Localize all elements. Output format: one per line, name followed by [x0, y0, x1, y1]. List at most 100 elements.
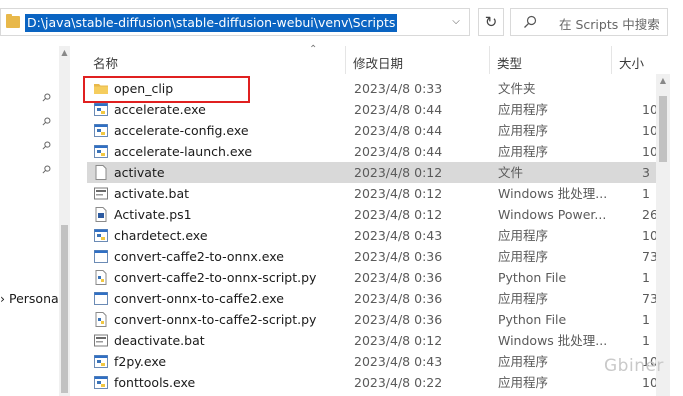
file-date: 2023/4/8 0:36 [354, 249, 443, 264]
file-date: 2023/4/8 0:12 [354, 165, 443, 180]
scroll-up-icon[interactable]: ▲ [656, 76, 670, 85]
scroll-up-icon[interactable]: ▲ [59, 48, 70, 58]
nav-item-label: Personal [8, 291, 63, 306]
file-size: 3 [642, 165, 650, 180]
file-type: 应用程序 [498, 123, 549, 138]
batch-file-icon [94, 333, 108, 348]
chevron-down-icon[interactable]: ⌵ [447, 13, 465, 31]
file-date: 2023/4/8 0:22 [354, 375, 443, 390]
file-row[interactable]: activate.bat 2023/4/8 0:12 Windows 批处理... 1 [87, 183, 656, 204]
column-size[interactable]: 大小 [619, 53, 644, 72]
file-date: 2023/4/8 0:43 [354, 354, 443, 369]
file-type: 应用程序 [498, 228, 549, 243]
file-type: 文件 [498, 165, 524, 180]
refresh-button[interactable]: ↻ [478, 8, 504, 36]
column-name[interactable]: 名称 [93, 53, 118, 72]
file-type: 应用程序 [498, 144, 549, 159]
refresh-icon: ↻ [484, 13, 498, 31]
file-name: convert-caffe2-to-onnx.exe [114, 249, 284, 264]
file-name: convert-onnx-to-caffe2.exe [114, 291, 284, 306]
file-date: 2023/4/8 0:44 [354, 123, 443, 138]
file-type: Python File [498, 312, 567, 327]
file-row[interactable]: f2py.exe 2023/4/8 0:43 应用程序 106 [87, 351, 666, 372]
file-name: activate [114, 165, 165, 180]
exe-icon [94, 291, 108, 306]
file-type: 应用程序 [498, 375, 549, 390]
nav-item-personal[interactable]: › Personal [0, 291, 62, 306]
file-name: Activate.ps1 [114, 207, 192, 222]
file-size: 1 [642, 312, 650, 327]
column-divider[interactable] [611, 46, 612, 74]
search-placeholder: 在 Scripts 中搜索 [559, 17, 660, 32]
file-name: accelerate-config.exe [114, 123, 249, 138]
file-size: 1 [642, 270, 650, 285]
search-box[interactable]: 在 Scripts 中搜索 [510, 8, 668, 36]
file-size: 1 [642, 186, 650, 201]
file-name: activate.bat [114, 186, 190, 201]
file-name: convert-caffe2-to-onnx-script.py [114, 270, 317, 285]
column-header: ⌃ 名称 修改日期 类型 大小 [70, 44, 683, 74]
file-type: 应用程序 [498, 102, 549, 117]
nav-scrollbar-thumb[interactable] [61, 225, 68, 393]
file-type: 文件夹 [498, 81, 536, 96]
python-exe-icon [94, 375, 108, 390]
file-row[interactable]: chardetect.exe 2023/4/8 0:43 应用程序 106 [87, 225, 666, 246]
column-divider[interactable] [345, 46, 346, 74]
file-row[interactable]: fonttools.exe 2023/4/8 0:22 应用程序 106 [87, 372, 666, 393]
file-date: 2023/4/8 0:12 [354, 207, 443, 222]
python-file-icon [94, 270, 108, 285]
blank-file-icon [94, 165, 108, 180]
file-type: 应用程序 [498, 249, 549, 264]
file-name: f2py.exe [114, 354, 167, 369]
file-row[interactable]: accelerate-launch.exe 2023/4/8 0:44 应用程序 10… [87, 141, 666, 162]
file-row[interactable]: convert-caffe2-to-onnx.exe 2023/4/8 0:36 应… [87, 246, 658, 267]
file-name: fonttools.exe [114, 375, 196, 390]
file-type: Windows Power... [498, 207, 607, 222]
file-date: 2023/4/8 0:44 [354, 144, 443, 159]
file-name: chardetect.exe [114, 228, 208, 243]
file-name: deactivate.bat [114, 333, 205, 348]
file-date: 2023/4/8 0:12 [354, 333, 443, 348]
python-exe-icon [94, 144, 108, 159]
address-bar[interactable]: D:\java\stable-diffusion\stable-diffusio… [0, 8, 470, 36]
file-row[interactable]: convert-onnx-to-caffe2.exe 2023/4/8 0:36 应… [87, 288, 658, 309]
file-type: Windows 批处理... [498, 186, 608, 201]
file-date: 2023/4/8 0:33 [354, 81, 443, 96]
file-row[interactable]: convert-caffe2-to-onnx-script.py 2023/4/8… [87, 267, 656, 288]
file-type: Windows 批处理... [498, 333, 608, 348]
file-row[interactable]: deactivate.bat 2023/4/8 0:12 Windows 批处理..… [87, 330, 656, 351]
python-exe-icon [94, 228, 108, 243]
file-date: 2023/4/8 0:36 [354, 291, 443, 306]
file-date: 2023/4/8 0:43 [354, 228, 443, 243]
column-type[interactable]: 类型 [497, 53, 522, 72]
watermark: Gbiner [604, 356, 664, 376]
address-path[interactable]: D:\java\stable-diffusion\stable-diffusio… [25, 14, 398, 32]
file-type: Python File [498, 270, 567, 285]
file-date: 2023/4/8 0:36 [354, 312, 443, 327]
batch-file-icon [94, 186, 108, 201]
python-exe-icon [94, 354, 108, 369]
file-type: 应用程序 [498, 354, 549, 369]
file-type: 应用程序 [498, 291, 549, 306]
column-divider[interactable] [489, 46, 490, 74]
file-row[interactable]: convert-onnx-to-caffe2-script.py 2023/4/8… [87, 309, 656, 330]
file-date: 2023/4/8 0:36 [354, 270, 443, 285]
file-row[interactable]: Activate.ps1 2023/4/8 0:12 Windows Power..… [87, 204, 658, 225]
file-size: 1 [642, 333, 650, 348]
python-exe-icon [94, 102, 108, 117]
folder-icon [6, 14, 20, 28]
column-date[interactable]: 修改日期 [353, 53, 403, 72]
annotation-box [83, 76, 250, 103]
file-name: accelerate.exe [114, 102, 206, 117]
chevron-right-icon: › [0, 291, 9, 306]
search-icon [524, 15, 537, 28]
file-name: accelerate-launch.exe [114, 144, 253, 159]
file-row[interactable]: activate 2023/4/8 0:12 文件 3 [87, 162, 656, 183]
file-name: convert-onnx-to-caffe2-script.py [114, 312, 317, 327]
file-date: 2023/4/8 0:12 [354, 186, 443, 201]
python-exe-icon [94, 123, 108, 138]
sort-up-icon: ⌃ [309, 44, 318, 55]
powershell-file-icon [94, 207, 108, 222]
file-list-scrollbar-thumb[interactable] [659, 96, 667, 162]
file-row[interactable]: accelerate-config.exe 2023/4/8 0:44 应用程序 10… [87, 120, 666, 141]
